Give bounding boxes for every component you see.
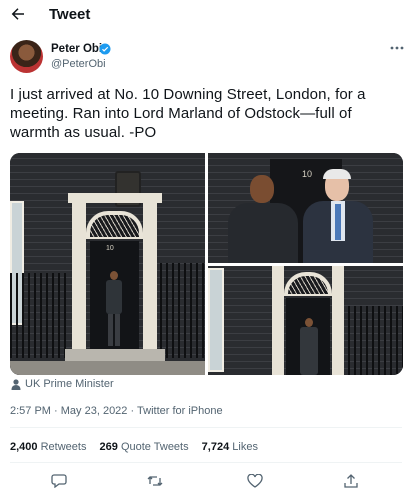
doorstep: [65, 349, 165, 361]
photo-person-at-door[interactable]: [208, 266, 403, 375]
top-bar: Tweet: [0, 0, 410, 30]
avatar[interactable]: [10, 40, 43, 73]
railing: [160, 263, 205, 358]
more-options-icon[interactable]: [390, 46, 404, 50]
divider: [10, 462, 402, 463]
engagement-stats: 2,400 Retweets 269 Quote Tweets 7,724 Li…: [10, 441, 268, 453]
share-icon[interactable]: [343, 474, 359, 488]
tweet-time[interactable]: 2:57 PM: [10, 405, 51, 417]
door-pillar: [332, 266, 344, 375]
person-right: [303, 169, 373, 263]
door-number: 10: [106, 245, 114, 252]
railing: [348, 306, 403, 375]
door-pillar: [143, 199, 157, 349]
pavement: [10, 361, 205, 375]
media-grid: 10 10: [10, 153, 403, 375]
likes-stat[interactable]: 7,724 Likes: [202, 441, 258, 453]
tweet-date[interactable]: May 23, 2022: [61, 405, 128, 417]
retweet-icon[interactable]: [147, 474, 163, 488]
fanlight-glass: [90, 215, 139, 237]
page-title: Tweet: [49, 6, 91, 23]
like-icon[interactable]: [247, 474, 263, 488]
tweet-text-line: I just arrived at No. 10 Downing Street,…: [10, 86, 366, 103]
retweets-stat[interactable]: 2,400 Retweets: [10, 441, 86, 453]
author-name[interactable]: Peter Obi: [51, 43, 102, 55]
person-left: [228, 175, 298, 263]
divider: [10, 427, 402, 428]
tweet-text: I just arrived at No. 10 Downing Street,…: [10, 85, 405, 142]
tweet-source[interactable]: Twitter for iPhone: [137, 405, 223, 417]
person-standing: [298, 318, 320, 375]
tweet-text-line: meeting. Ran into Lord Marland of Odstoc…: [10, 105, 352, 122]
railing: [10, 273, 68, 358]
person-standing: [104, 271, 124, 349]
back-arrow-icon[interactable]: [9, 5, 27, 23]
tweet-text-line: warmth as usual. -PO: [10, 124, 157, 141]
quote-tweets-stat[interactable]: 269 Quote Tweets: [100, 441, 189, 453]
photo-two-men[interactable]: 10: [208, 153, 403, 263]
author-handle[interactable]: @PeterObi: [51, 58, 106, 70]
separator: ·: [54, 405, 58, 417]
verified-badge-icon: [99, 43, 111, 55]
location-label[interactable]: UK Prime Minister: [25, 378, 114, 390]
separator: ·: [130, 405, 135, 417]
door-pillar: [72, 199, 86, 349]
door-lintel: [68, 193, 162, 203]
window: [208, 268, 224, 372]
door-pillar: [272, 266, 284, 375]
person-icon: [11, 379, 21, 390]
reply-icon[interactable]: [51, 474, 67, 488]
photo-downing-street-door[interactable]: 10: [10, 153, 205, 375]
tweet-timestamp: 2:57 PM · May 23, 2022 · Twitter for iPh…: [10, 405, 223, 417]
